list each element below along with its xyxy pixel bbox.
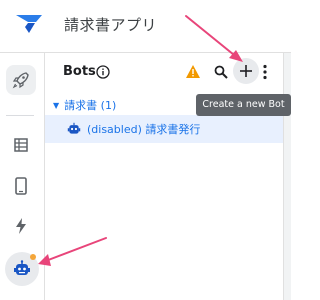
more-vert-icon[interactable]	[262, 64, 268, 80]
nav-bots[interactable]	[5, 252, 39, 286]
panel-title: Bots	[63, 64, 96, 79]
nav-data[interactable]	[6, 130, 36, 160]
bot-list-item[interactable]: (disabled) 請求書発行	[45, 115, 283, 143]
add-bot-tooltip: Create a new Bot	[196, 94, 291, 116]
bot-group-label: 請求書 (1)	[64, 99, 117, 112]
robot-icon	[67, 122, 81, 134]
app-header: 請求書アプリ	[0, 0, 291, 52]
robot-icon	[14, 260, 30, 275]
add-bot-button[interactable]	[233, 58, 259, 84]
plus-icon	[240, 65, 252, 77]
notification-badge	[30, 254, 36, 260]
nav-actions[interactable]	[6, 211, 36, 241]
bots-panel: Bots ▼ 請求書 (1) (disabled) 請求書発行	[45, 53, 284, 300]
bolt-icon	[16, 218, 26, 234]
nav-app[interactable]	[6, 171, 36, 201]
bot-name-label: (disabled) 請求書発行	[87, 123, 201, 136]
info-icon[interactable]	[96, 65, 110, 79]
warning-icon[interactable]	[185, 64, 201, 79]
app-title: 請求書アプリ	[64, 16, 158, 34]
appsheet-logo-icon	[16, 15, 42, 33]
phone-icon	[15, 177, 27, 195]
search-icon[interactable]	[214, 65, 228, 79]
nav-divider	[6, 115, 34, 116]
left-nav	[0, 53, 45, 300]
caret-down-icon: ▼	[53, 100, 60, 110]
table-icon	[14, 138, 28, 152]
nav-automation[interactable]	[6, 65, 36, 95]
bot-group-row[interactable]: ▼ 請求書 (1)	[53, 96, 116, 114]
rocket-icon	[12, 72, 29, 89]
editor-area-edge	[284, 53, 291, 300]
